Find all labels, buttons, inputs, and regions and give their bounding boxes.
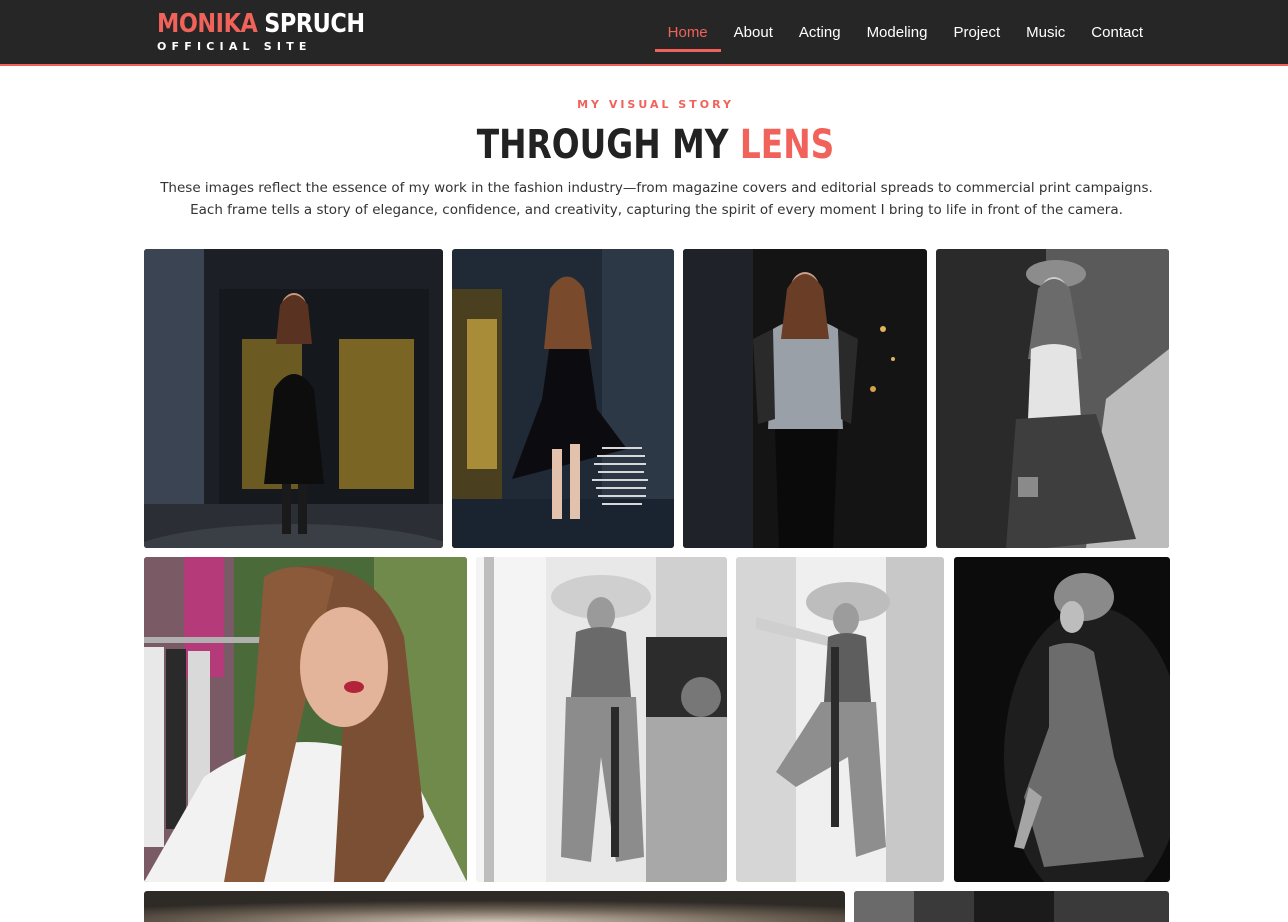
logo-wordmark: MONIKA SPRUCH bbox=[157, 9, 365, 39]
nav-home[interactable]: Home bbox=[654, 0, 721, 64]
gallery-photo-5[interactable] bbox=[144, 557, 467, 882]
nav-acting[interactable]: Acting bbox=[786, 0, 854, 64]
gallery-photo-10[interactable] bbox=[854, 891, 1169, 922]
nav-about[interactable]: About bbox=[721, 0, 786, 64]
logo-first-name: MONIKA bbox=[157, 9, 258, 39]
logo-tagline: OFFICIAL SITE bbox=[157, 40, 312, 53]
headline-accent: LENS bbox=[739, 122, 835, 168]
nav-modeling[interactable]: Modeling bbox=[854, 0, 941, 64]
gallery-photo-8[interactable] bbox=[954, 557, 1170, 882]
section-description: These images reflect the essence of my w… bbox=[144, 177, 1169, 221]
nav-music[interactable]: Music bbox=[1013, 0, 1078, 64]
logo-last-name: SPRUCH bbox=[264, 9, 365, 39]
section-eyebrow: MY VISUAL STORY bbox=[577, 98, 734, 111]
description-line-2: Each frame tells a story of elegance, co… bbox=[190, 202, 1123, 218]
site-logo[interactable]: MONIKA SPRUCH OFFICIAL SITE bbox=[157, 9, 398, 53]
gallery-photo-9[interactable] bbox=[144, 891, 845, 922]
gallery-photo-2[interactable] bbox=[452, 249, 674, 548]
gallery-photo-1[interactable] bbox=[144, 249, 443, 548]
nav-project[interactable]: Project bbox=[940, 0, 1013, 64]
gallery-photo-4[interactable] bbox=[936, 249, 1169, 548]
nav-contact[interactable]: Contact bbox=[1078, 0, 1156, 64]
site-header: MONIKA SPRUCH OFFICIAL SITE Home About Ac… bbox=[0, 0, 1288, 66]
headline-main: THROUGH MY bbox=[476, 122, 729, 168]
description-line-1: These images reflect the essence of my w… bbox=[160, 180, 1153, 196]
section-headline: THROUGH MY LENS bbox=[118, 118, 1193, 172]
gallery-photo-7[interactable] bbox=[736, 557, 944, 882]
gallery-photo-3[interactable] bbox=[683, 249, 927, 548]
main-nav: Home About Acting Modeling Project Music… bbox=[654, 0, 1156, 64]
gallery-photo-6[interactable] bbox=[476, 557, 727, 882]
